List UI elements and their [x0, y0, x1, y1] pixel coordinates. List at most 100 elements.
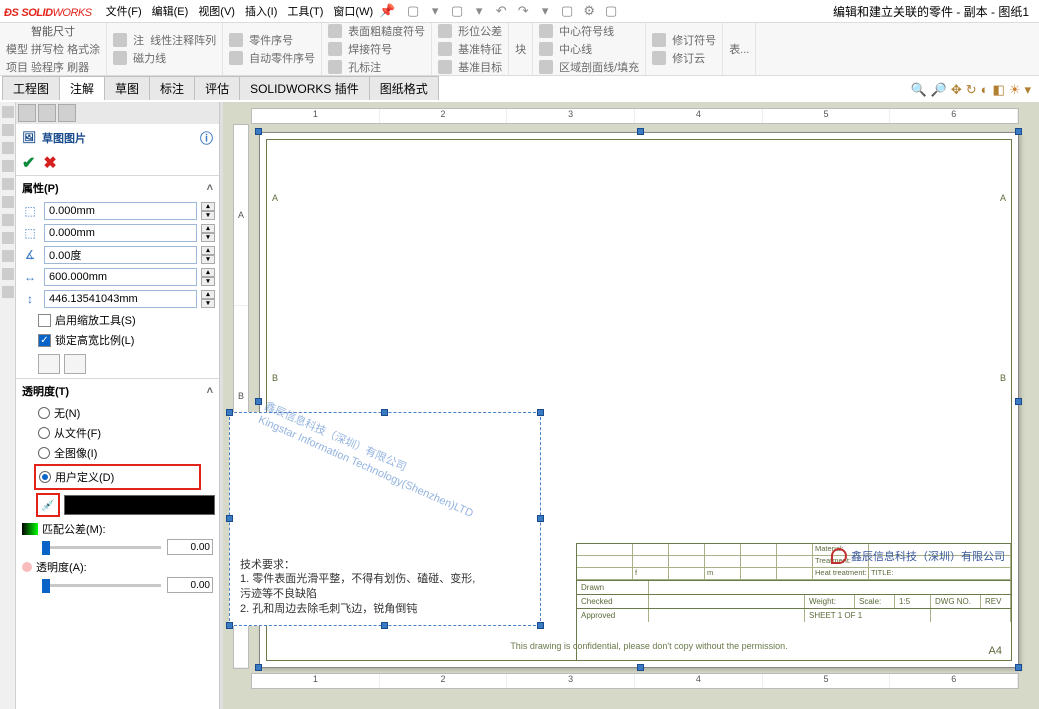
- sheet-handle[interactable]: [637, 128, 644, 135]
- checkbox-checked[interactable]: ✓: [38, 334, 51, 347]
- spinner[interactable]: ▴▾: [201, 268, 215, 286]
- ribbon-group-dim[interactable]: 智能尺寸模型 拼写检 格式涂项目 验程序 刷器: [0, 23, 107, 75]
- resize-handle[interactable]: [226, 515, 233, 522]
- resize-handle[interactable]: [537, 409, 544, 416]
- panel-tab-icon[interactable]: [18, 104, 36, 122]
- ribbon-group-gtol[interactable]: 形位公差基准特征基准目标: [432, 23, 509, 75]
- redo-icon[interactable]: ↷: [515, 3, 531, 19]
- rail-icon[interactable]: [2, 106, 14, 118]
- rail-icon[interactable]: [2, 196, 14, 208]
- sheet-handle[interactable]: [255, 664, 262, 671]
- resize-handle[interactable]: [226, 622, 233, 629]
- open-icon[interactable]: ▾: [427, 3, 443, 19]
- flip-h-button[interactable]: [38, 354, 60, 374]
- menu-file[interactable]: 文件(F): [102, 1, 146, 21]
- rail-icon[interactable]: [2, 178, 14, 190]
- menu-insert[interactable]: 插入(I): [241, 1, 281, 21]
- sheet-handle[interactable]: [1015, 398, 1022, 405]
- panel-tab-icon[interactable]: [58, 104, 76, 122]
- ribbon-group-table[interactable]: 表...: [723, 23, 756, 75]
- angle-input[interactable]: [44, 246, 197, 264]
- panel-tab-icon[interactable]: [38, 104, 56, 122]
- slider-thumb[interactable]: [42, 541, 50, 555]
- resize-handle[interactable]: [537, 622, 544, 629]
- menu-tools[interactable]: 工具(T): [283, 1, 327, 21]
- sketch-picture[interactable]: 鑫辰信息科技（深圳）有限公司Kingstar Information Techn…: [229, 412, 541, 626]
- tab-sheetformat[interactable]: 图纸格式: [369, 76, 439, 100]
- lock-aspect-row[interactable]: ✓锁定高宽比例(L): [16, 330, 219, 350]
- slider-thumb[interactable]: [42, 579, 50, 593]
- rail-icon[interactable]: [2, 142, 14, 154]
- ribbon-group-center[interactable]: 中心符号线中心线区域剖面线/填充: [533, 23, 646, 75]
- sheet-handle[interactable]: [1015, 664, 1022, 671]
- rebuild-icon[interactable]: ▢: [559, 3, 575, 19]
- section-transparency[interactable]: 透明度(T)˄: [16, 378, 219, 403]
- ribbon-group-annot[interactable]: 注 线性注释阵列磁力线: [107, 23, 223, 75]
- tab-drawing[interactable]: 工程图: [2, 76, 60, 100]
- sheet-handle[interactable]: [255, 128, 262, 135]
- eyedropper-icon[interactable]: 💉: [41, 499, 55, 512]
- ok-button[interactable]: ✔: [22, 153, 35, 173]
- zoom-area-icon[interactable]: 🔎: [931, 82, 947, 98]
- radio-none[interactable]: 无(N): [16, 403, 219, 423]
- rotate-icon[interactable]: ↻: [966, 82, 977, 98]
- spinner[interactable]: ▴▾: [201, 202, 215, 220]
- help-icon[interactable]: ⓘ: [200, 128, 213, 147]
- pin-icon[interactable]: 📌: [379, 3, 395, 19]
- section-icon[interactable]: ◧: [993, 82, 1005, 98]
- sheet-handle[interactable]: [1015, 128, 1022, 135]
- resize-handle[interactable]: [537, 515, 544, 522]
- rail-icon[interactable]: [2, 232, 14, 244]
- sheet-handle[interactable]: [255, 398, 262, 405]
- save-icon[interactable]: ▢: [449, 3, 465, 19]
- drawing-canvas[interactable]: 123456 123456 ABC A A B B C C 鑫辰信息科技（深圳）…: [223, 102, 1039, 709]
- tolerance-value[interactable]: [167, 539, 213, 555]
- enable-scale-row[interactable]: 启用缩放工具(S): [16, 310, 219, 330]
- scene-icon[interactable]: ☀: [1009, 82, 1021, 98]
- select-icon[interactable]: ▾: [537, 3, 553, 19]
- settings-icon[interactable]: ▾: [1024, 82, 1031, 98]
- width-input[interactable]: [44, 268, 197, 286]
- menu-view[interactable]: 视图(V): [194, 1, 239, 21]
- tab-evaluate[interactable]: 评估: [194, 76, 240, 100]
- radio[interactable]: [38, 447, 50, 459]
- tab-annotate[interactable]: 注解: [59, 76, 105, 100]
- radio-selected[interactable]: [39, 471, 51, 483]
- origin-x-input[interactable]: [44, 202, 197, 220]
- options-icon[interactable]: ⚙: [581, 3, 597, 19]
- ribbon-group-block[interactable]: 块: [509, 23, 533, 75]
- display-icon[interactable]: ◐: [981, 82, 989, 98]
- color-swatch[interactable]: [64, 495, 215, 515]
- radio-user[interactable]: 用户定义(D): [37, 467, 198, 487]
- rail-icon[interactable]: [2, 268, 14, 280]
- ribbon-group-balloon[interactable]: 零件序号自动零件序号: [223, 23, 322, 75]
- origin-y-input[interactable]: [44, 224, 197, 242]
- section-properties[interactable]: 属性(P)˄: [16, 175, 219, 200]
- tab-addins[interactable]: SOLIDWORKS 插件: [239, 76, 370, 100]
- height-input[interactable]: [44, 290, 197, 308]
- resize-handle[interactable]: [381, 409, 388, 416]
- menu-edit[interactable]: 编辑(E): [148, 1, 193, 21]
- rail-icon[interactable]: [2, 160, 14, 172]
- radio-file[interactable]: 从文件(F): [16, 423, 219, 443]
- rail-icon[interactable]: [2, 124, 14, 136]
- slider-track[interactable]: [42, 584, 161, 587]
- transparency-value[interactable]: [167, 577, 213, 593]
- resize-handle[interactable]: [226, 409, 233, 416]
- print-icon[interactable]: ▾: [471, 3, 487, 19]
- radio[interactable]: [38, 427, 50, 439]
- menu-window[interactable]: 窗口(W): [329, 1, 377, 21]
- resize-handle[interactable]: [381, 622, 388, 629]
- ribbon-group-rev[interactable]: 修订符号修订云: [646, 23, 723, 75]
- rail-icon[interactable]: [2, 250, 14, 262]
- tab-markup[interactable]: 标注: [149, 76, 195, 100]
- cancel-button[interactable]: ✖: [43, 153, 56, 173]
- pan-icon[interactable]: ✥: [951, 82, 962, 98]
- more-icon[interactable]: ▢: [603, 3, 619, 19]
- new-icon[interactable]: ▢: [405, 3, 421, 19]
- radio[interactable]: [38, 407, 50, 419]
- spinner[interactable]: ▴▾: [201, 224, 215, 242]
- tab-sketch[interactable]: 草图: [104, 76, 150, 100]
- rail-icon[interactable]: [2, 286, 14, 298]
- spinner[interactable]: ▴▾: [201, 290, 215, 308]
